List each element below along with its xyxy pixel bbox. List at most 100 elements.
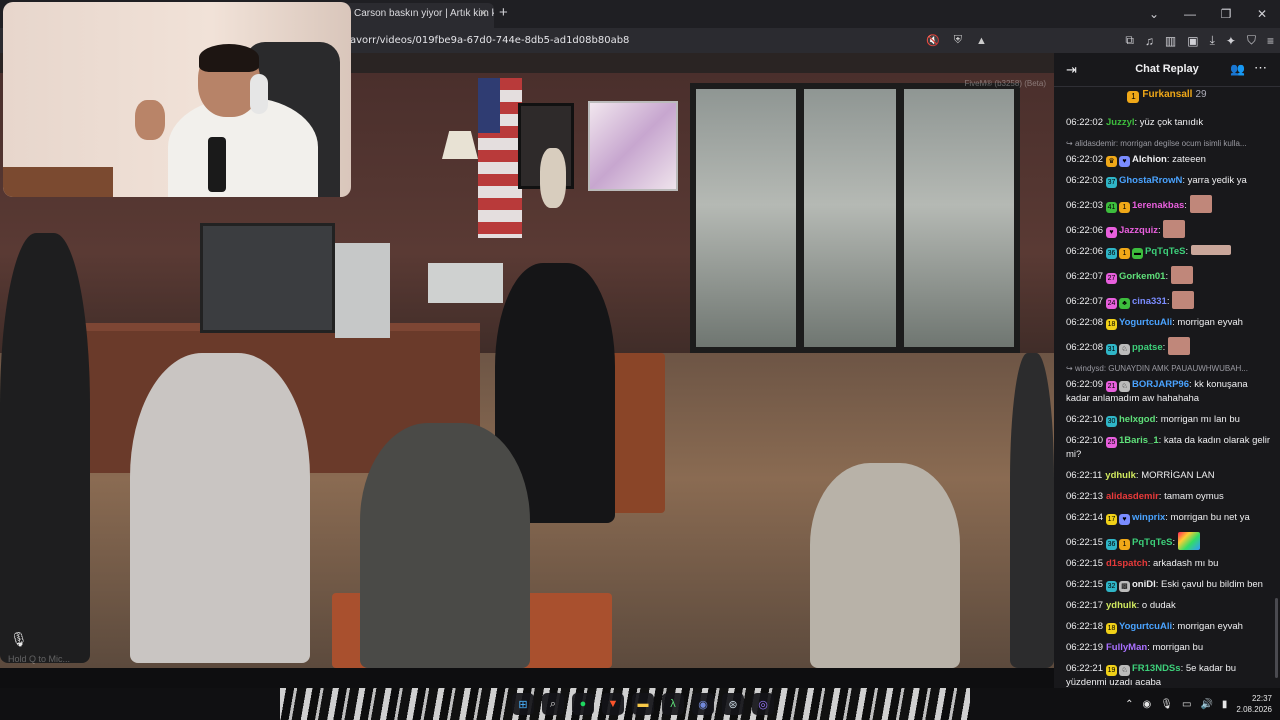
search-icon[interactable]: ⌕ — [542, 693, 564, 715]
new-tab-icon[interactable]: + — [499, 4, 508, 21]
chat-scrollbar[interactable] — [1275, 598, 1278, 678]
chat-badge-icon[interactable]: 21 — [1105, 381, 1117, 392]
chat-username[interactable]: ppatse — [1132, 342, 1163, 353]
chat-username[interactable]: winprix — [1132, 512, 1165, 523]
chat-badge-icon[interactable]: 24 — [1105, 298, 1117, 309]
chat-badge-icon[interactable]: ♛ — [1105, 156, 1117, 167]
chat-badge-icon[interactable]: 31 — [1105, 344, 1117, 355]
chat-badge-icon[interactable]: 30 — [1105, 416, 1117, 427]
emote-icon[interactable] — [1172, 291, 1195, 309]
chat-badge-icon[interactable]: ▬ — [1131, 248, 1143, 259]
battery-icon[interactable]: ▮ — [1222, 699, 1228, 710]
chat-badge-icon[interactable]: 1 — [1118, 539, 1130, 550]
chat-badge-icon[interactable]: 1 — [1118, 248, 1130, 259]
chat-username[interactable]: FR13NDSs — [1132, 663, 1181, 674]
chat-badge-icon[interactable]: 41 — [1105, 202, 1117, 213]
close-window-icon[interactable]: ✕ — [1244, 0, 1280, 28]
chat-badge-icon[interactable]: 18 — [1105, 623, 1117, 634]
close-tab-icon[interactable]: ✕ — [479, 3, 488, 25]
chat-username[interactable]: alidasdemir — [1106, 491, 1159, 502]
chat-username[interactable]: GhostaRrowN — [1119, 175, 1182, 186]
download-icon[interactable]: ⤓ — [1210, 33, 1215, 48]
chat-badge-icon[interactable]: 1 — [1118, 202, 1130, 213]
spotify-icon[interactable]: ● — [572, 693, 594, 715]
emote-icon[interactable] — [1190, 245, 1231, 255]
mic-tray-icon[interactable]: 🎙 — [1160, 699, 1173, 710]
menu-icon[interactable]: ≡ — [1267, 34, 1274, 48]
chat-badge-icon[interactable]: ♘ — [1118, 344, 1130, 355]
chat-badge-icon[interactable]: ♥ — [1118, 156, 1130, 167]
music-icon[interactable]: ♫ — [1145, 34, 1154, 48]
url-field[interactable]: avorr/videos/019fbe9a-67d0-744e-8db5-ad1… — [350, 28, 629, 53]
chat-username[interactable]: ydhulk — [1106, 600, 1137, 611]
reply-preview[interactable]: ↪ alidasdemir: morrigan degilse ocum isi… — [1066, 137, 1274, 151]
shields-icon[interactable]: ⛨ — [954, 34, 962, 47]
chat-badge-icon[interactable]: 37 — [1105, 177, 1117, 188]
chat-badge-icon[interactable]: 36 — [1105, 248, 1117, 259]
chat-badge-icon[interactable]: 17 — [1105, 514, 1117, 525]
chat-badge-icon[interactable]: ♘ — [1118, 381, 1130, 392]
emote-icon[interactable] — [1167, 337, 1190, 355]
chat-badge-icon[interactable]: 18 — [1105, 319, 1117, 330]
maximize-icon[interactable]: ❐ — [1208, 0, 1244, 28]
rewards-icon[interactable]: ▲ — [976, 35, 987, 47]
mute-site-icon[interactable]: 🔇 — [926, 34, 940, 47]
chat-username[interactable]: cina331 — [1132, 296, 1167, 307]
chat-badge-icon[interactable]: ♘ — [1118, 665, 1130, 676]
chat-badge-icon[interactable]: 27 — [1105, 273, 1117, 284]
chat-username[interactable]: helxgod — [1119, 414, 1155, 425]
chat-badge-icon[interactable]: 32 — [1105, 581, 1117, 592]
emote-icon[interactable] — [1170, 266, 1193, 284]
users-icon[interactable]: 👥 — [1230, 62, 1245, 76]
chat-badge-icon[interactable]: ♥ — [1118, 514, 1130, 525]
terminal-icon[interactable]: λ — [662, 693, 684, 715]
sidebar-icon[interactable]: ▥ — [1165, 34, 1176, 48]
chat-username[interactable]: oniDl — [1132, 579, 1156, 590]
chat-badge-icon[interactable]: 36 — [1105, 539, 1117, 550]
message-timestamp: 06:22:17 — [1066, 600, 1103, 611]
chat-username[interactable]: FullyMan — [1106, 642, 1147, 653]
chat-username[interactable]: PqTqTeS — [1132, 537, 1172, 548]
chat-badge-icon[interactable]: 19 — [1105, 665, 1117, 676]
chat-username[interactable]: YogurtcuAli — [1119, 317, 1172, 328]
emote-icon[interactable] — [1163, 220, 1186, 238]
brave-icon[interactable]: ▼ — [602, 693, 624, 715]
chevron-up-icon[interactable]: ⌃ — [1125, 699, 1133, 710]
chat-username[interactable]: Gorkem01 — [1119, 271, 1165, 282]
more-options-icon[interactable]: ⋯ — [1254, 60, 1268, 76]
ai-icon[interactable]: ✦ — [1226, 34, 1236, 48]
chat-username[interactable]: Juzzyl — [1106, 117, 1135, 128]
extensions-icon[interactable]: ⧉ — [1125, 33, 1134, 48]
volume-icon[interactable]: 🔊 — [1200, 699, 1212, 710]
app-icon[interactable]: ◎ — [752, 693, 774, 715]
chat-username[interactable]: Alchion — [1132, 154, 1167, 165]
chat-badge-icon[interactable]: ▩ — [1118, 581, 1130, 592]
emote-icon[interactable] — [1189, 195, 1212, 213]
reply-preview[interactable]: ↪ windysd: GUNAYDIN AMK PAUAUWHWUBAH... — [1066, 362, 1274, 376]
network-icon[interactable]: ▭ — [1182, 699, 1191, 710]
chat-username[interactable]: 1Baris_1 — [1119, 435, 1159, 446]
discord-icon[interactable]: ◉ — [692, 693, 714, 715]
chat-username[interactable]: BORJARP96 — [1132, 379, 1189, 390]
browser-tab[interactable]: Carson baskın yiyor | Artık kim kimi y ✕ — [344, 3, 494, 28]
tab-search-icon[interactable]: ⌄ — [1136, 0, 1172, 28]
chat-username[interactable]: YogurtcuAli — [1119, 621, 1172, 632]
emote-icon[interactable] — [1177, 532, 1200, 550]
chat-username[interactable]: Jazzquiz — [1119, 225, 1158, 236]
chat-username[interactable]: PqTqTeS — [1145, 246, 1185, 257]
chat-username[interactable]: d1spatch — [1106, 558, 1148, 569]
chat-username[interactable]: 1erenakbas — [1132, 200, 1184, 211]
pinned-gift-leader[interactable]: 1 Furkansall 29 — [1054, 89, 1280, 103]
vpn-icon[interactable]: ⛉ — [1247, 33, 1256, 48]
chat-badge-icon[interactable]: ♥ — [1105, 227, 1117, 238]
chat-badge-icon[interactable]: ♣ — [1118, 298, 1130, 309]
files-icon[interactable]: ▬ — [632, 693, 654, 715]
chat-username[interactable]: ydhulk — [1105, 470, 1136, 481]
clock[interactable]: 22:37 2.08.2026 — [1236, 693, 1272, 715]
windows-start-icon[interactable]: ⊞ — [512, 693, 534, 715]
discord-tray-icon[interactable]: ◉ — [1143, 699, 1152, 710]
steam-icon[interactable]: ⊛ — [722, 693, 744, 715]
minimize-icon[interactable]: — — [1172, 0, 1208, 28]
wallet-icon[interactable]: ▣ — [1187, 34, 1198, 48]
chat-badge-icon[interactable]: 25 — [1105, 437, 1117, 448]
